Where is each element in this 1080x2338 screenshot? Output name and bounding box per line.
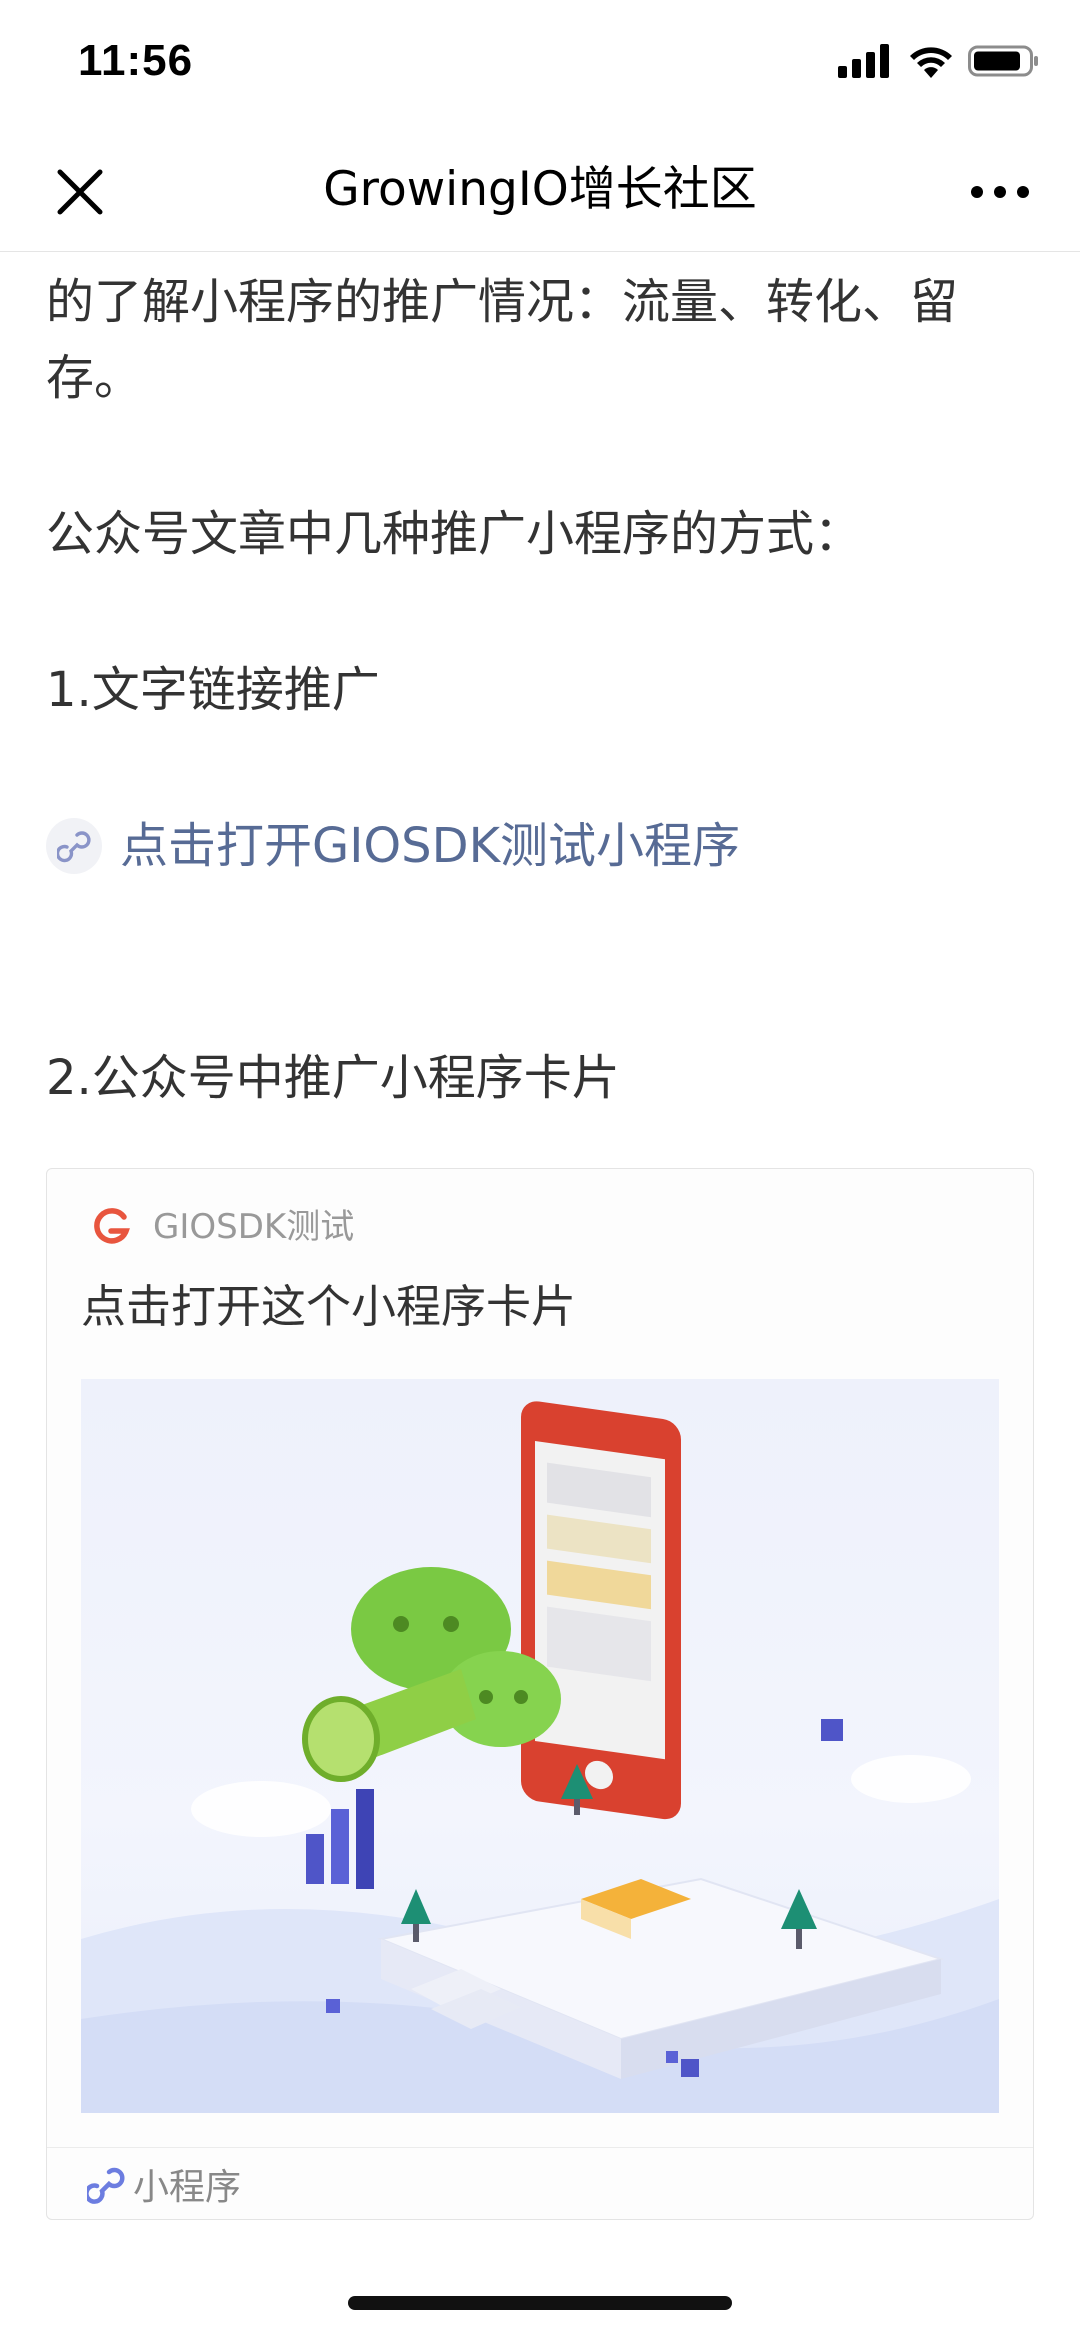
card-header: GIOSDK测试 bbox=[91, 1207, 354, 1247]
miniprogram-link-icon bbox=[46, 818, 102, 874]
status-bar: 11:56 bbox=[0, 0, 1080, 130]
section-heading: 2.公众号中推广小程序卡片 bbox=[46, 1050, 620, 1106]
card-footer-label: 小程序 bbox=[133, 2166, 242, 2208]
battery-icon bbox=[968, 45, 1038, 77]
paragraph-text: 存。 bbox=[46, 350, 143, 406]
card-title: 点击打开这个小程序卡片 bbox=[81, 1280, 577, 1333]
wifi-icon bbox=[910, 47, 952, 78]
close-button[interactable] bbox=[50, 162, 110, 222]
nav-bar: GrowingIO增长社区 bbox=[0, 130, 1080, 252]
miniprogram-text-link[interactable]: 点击打开GIOSDK测试小程序 bbox=[46, 808, 740, 884]
home-indicator bbox=[348, 2296, 732, 2310]
close-icon bbox=[57, 169, 103, 215]
paragraph-text: 的了解小程序的推广情况：流量、转化、留 bbox=[46, 274, 959, 330]
status-icons bbox=[838, 44, 1040, 78]
nav-title: GrowingIO增长社区 bbox=[323, 162, 757, 217]
paragraph-text: 公众号文章中几种推广小程序的方式： bbox=[46, 506, 863, 562]
more-button[interactable] bbox=[970, 162, 1030, 222]
section-heading: 1.文字链接推广 bbox=[46, 662, 380, 718]
signal-icon bbox=[838, 44, 889, 78]
status-time: 11:56 bbox=[78, 36, 194, 85]
card-footer: 小程序 bbox=[47, 2147, 1033, 2219]
growingio-logo-icon bbox=[94, 1208, 130, 1244]
miniprogram-icon bbox=[87, 2167, 125, 2204]
miniprogram-card[interactable]: GIOSDK测试 点击打开这个小程序卡片 小程序 bbox=[46, 1168, 1034, 2220]
miniprogram-link-text[interactable]: 点击打开GIOSDK测试小程序 bbox=[120, 808, 740, 884]
more-icon bbox=[971, 186, 1029, 198]
card-app-name: GIOSDK测试 bbox=[153, 1207, 355, 1247]
card-cover-image bbox=[81, 1379, 999, 2113]
